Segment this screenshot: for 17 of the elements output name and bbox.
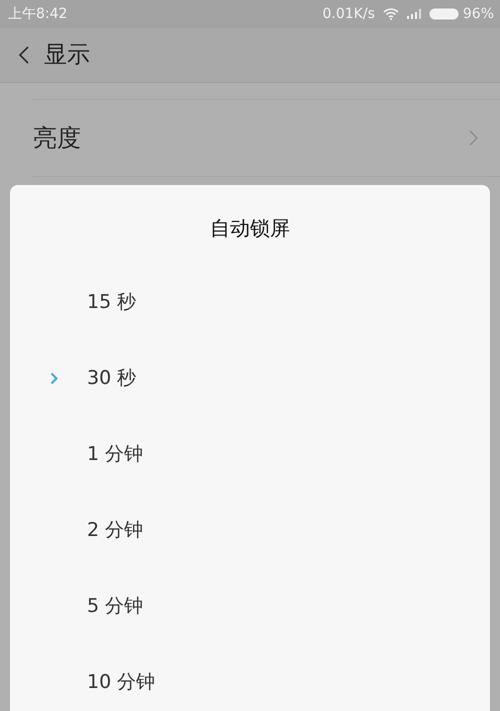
option-item[interactable]: 10 分钟	[50, 667, 156, 697]
back-icon[interactable]	[18, 46, 30, 64]
status-time: 上午8:42	[8, 4, 68, 24]
page-title: 显示	[44, 40, 90, 70]
option-item[interactable]: 1 分钟	[50, 439, 144, 469]
settings-row[interactable]: 亮度	[33, 99, 500, 177]
signal-icon	[406, 9, 421, 19]
option-item[interactable]: 2 分钟	[50, 515, 144, 545]
battery-icon	[428, 8, 459, 20]
option-item[interactable]: 15 秒	[50, 287, 136, 317]
wifi-icon	[382, 8, 399, 20]
dialog-title: 自动锁屏	[210, 215, 290, 242]
option-item[interactable]: 30 秒	[50, 363, 136, 393]
battery-level: 96%	[462, 4, 494, 24]
network-speed: 0.01K/s	[322, 4, 375, 24]
chevron-right-icon	[469, 130, 478, 146]
option-item[interactable]: 5 分钟	[50, 591, 144, 621]
